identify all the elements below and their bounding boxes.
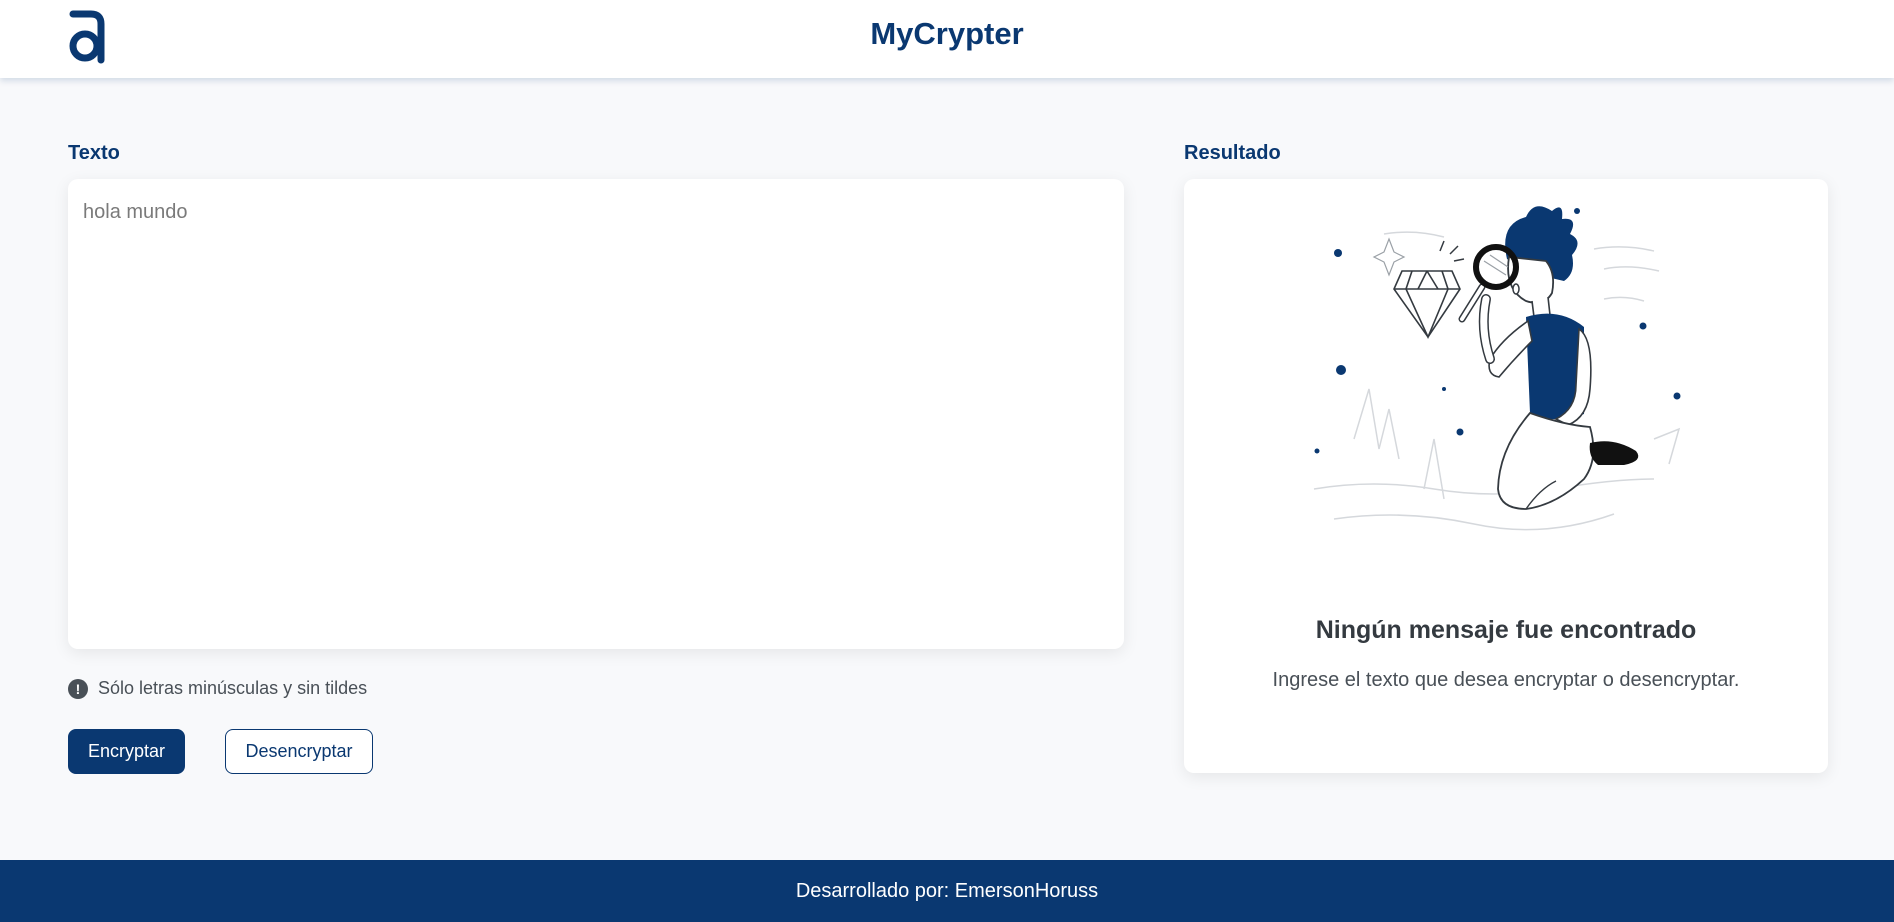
encrypt-button[interactable]: Encryptar <box>68 729 185 774</box>
page-footer: Desarrollado por: EmersonHoruss <box>0 860 1894 922</box>
hint-text: Sólo letras minúsculas y sin tildes <box>98 678 368 698</box>
result-card: Ningún mensaje fue encontrado Ingrese el… <box>1184 179 1828 773</box>
exclamation-circle-icon: ! <box>68 678 88 699</box>
decrypt-button[interactable]: Desencryptar <box>225 729 373 774</box>
text-input[interactable] <box>68 179 1124 649</box>
result-section-label: Resultado <box>1184 142 1281 164</box>
input-hint: ! Sólo letras minúsculas y sin tildes <box>68 678 367 699</box>
top-header: MyCrypter <box>0 0 1894 78</box>
person-with-magnifying-glass-illustration <box>1313 206 1681 531</box>
text-section-label: Texto <box>68 142 120 164</box>
empty-result-description: Ingrese el texto que desea encryptar o d… <box>1272 669 1740 691</box>
empty-result-title: Ningún mensaje fue encontrado <box>1315 616 1697 644</box>
app-title: MyCrypter <box>870 16 1024 51</box>
text-input-card <box>68 179 1124 649</box>
footer-credit: Desarrollado por: EmersonHoruss <box>795 879 1099 902</box>
